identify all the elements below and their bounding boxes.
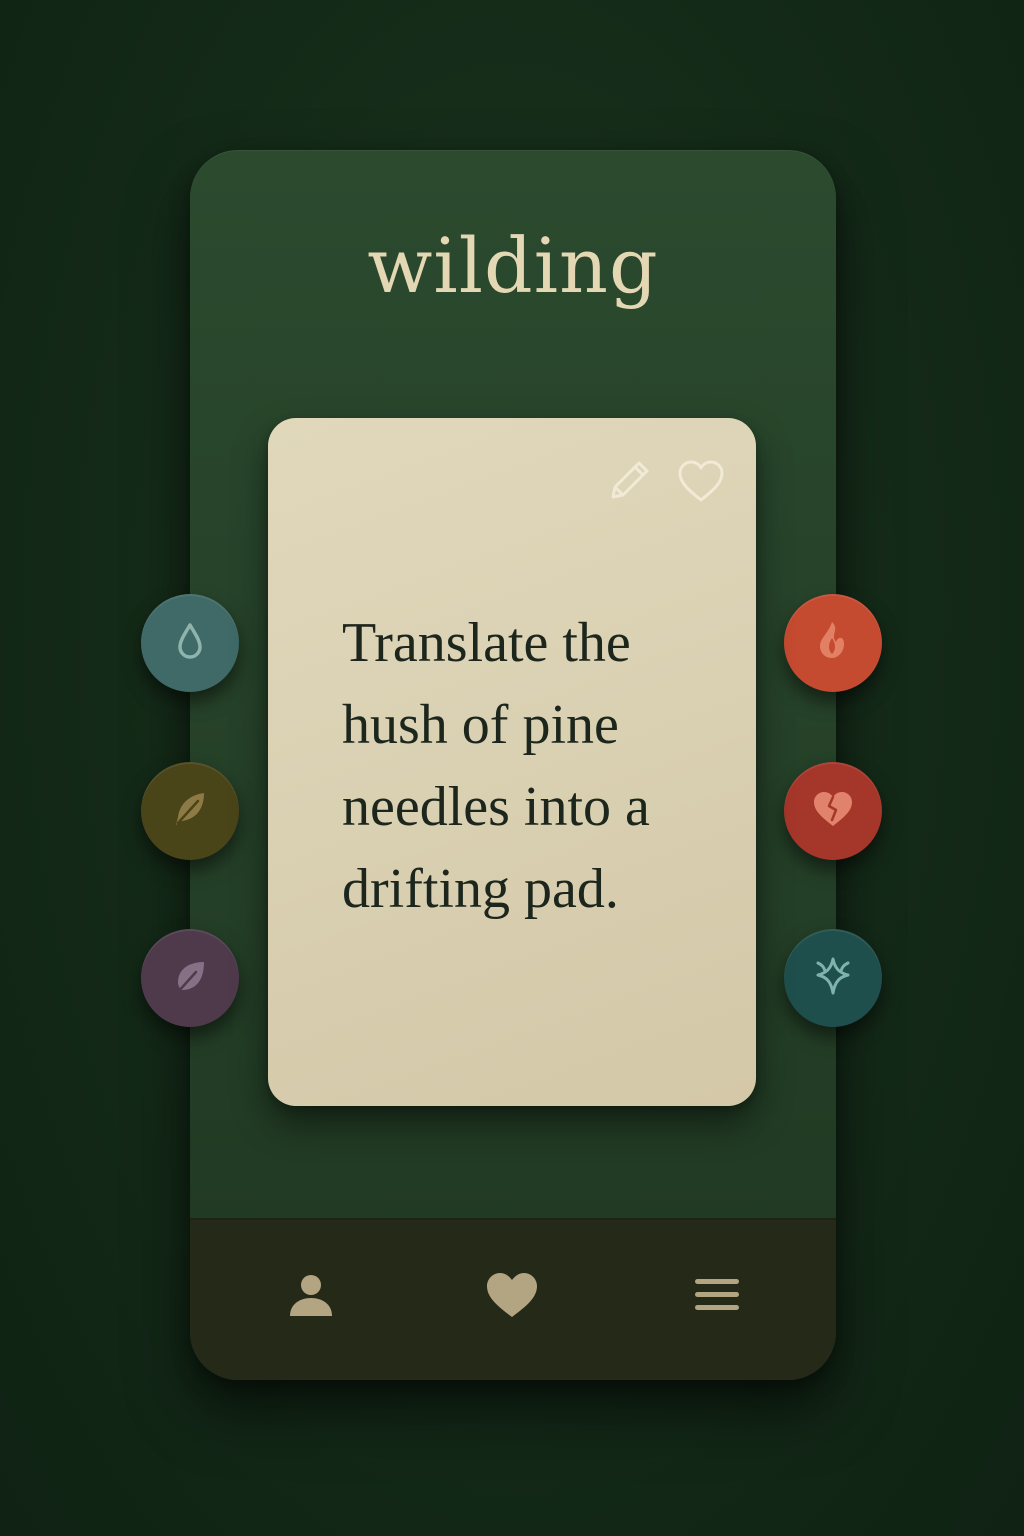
sparkle-icon bbox=[808, 951, 858, 1005]
nav-favorites-button[interactable] bbox=[477, 1262, 547, 1332]
app-title: wilding bbox=[367, 221, 659, 310]
pencil-icon bbox=[605, 457, 653, 509]
feather-token-button[interactable] bbox=[141, 762, 239, 860]
profile-icon bbox=[286, 1270, 336, 1324]
edit-button[interactable] bbox=[604, 458, 654, 508]
menu-icon bbox=[693, 1275, 741, 1319]
bottom-nav bbox=[190, 1218, 836, 1380]
nav-menu-button[interactable] bbox=[682, 1262, 752, 1332]
card-actions bbox=[604, 458, 726, 508]
flame-icon bbox=[810, 616, 856, 670]
leaf-token-button[interactable] bbox=[141, 929, 239, 1027]
prompt-card[interactable]: Translate the hush of pine needles into … bbox=[268, 418, 756, 1106]
heart-outline-icon bbox=[676, 458, 726, 508]
favorite-button[interactable] bbox=[676, 458, 726, 508]
flame-token-button[interactable] bbox=[784, 594, 882, 692]
water-token-button[interactable] bbox=[141, 594, 239, 692]
broken-heart-icon bbox=[810, 788, 856, 834]
heart-token-button[interactable] bbox=[784, 762, 882, 860]
prompt-text: Translate the hush of pine needles into … bbox=[342, 612, 650, 920]
feather-icon bbox=[166, 785, 214, 837]
heart-icon bbox=[483, 1269, 541, 1325]
leaf-icon bbox=[166, 952, 214, 1004]
nav-profile-button[interactable] bbox=[276, 1262, 346, 1332]
sparkle-token-button[interactable] bbox=[784, 929, 882, 1027]
water-drop-icon bbox=[170, 619, 210, 667]
